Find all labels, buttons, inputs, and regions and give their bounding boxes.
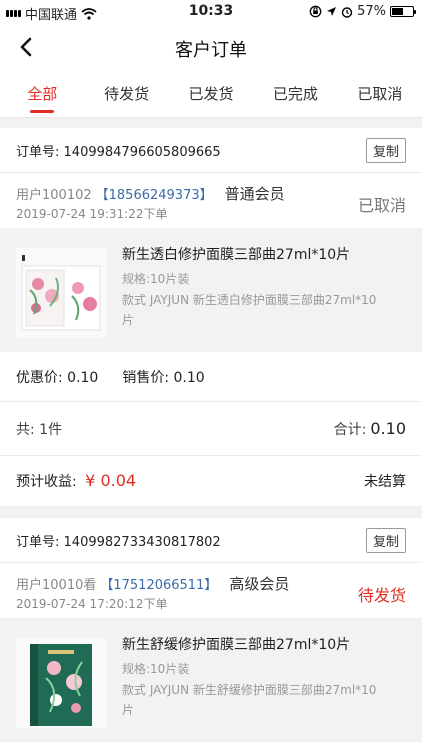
order-number: 1409984796605809665 [63, 144, 221, 160]
discount-price: 优惠价: 0.10 [16, 369, 99, 386]
order-card[interactable]: 订单号: 1409984796605809665 复制 用户100102 【18… [0, 128, 422, 506]
copy-button[interactable]: 复制 [365, 137, 406, 163]
total-label: 合计: [333, 421, 367, 438]
status-bar: 中国联通 10:33 57% [0, 0, 422, 24]
tab-to-ship[interactable]: 待发货 [84, 70, 168, 117]
nav-bar: 客户订单 [0, 24, 422, 70]
order-date: 2019-07-24 17:20:12下单 [16, 597, 168, 611]
green-mask-box-image [16, 638, 106, 728]
order-number: 1409982733430817802 [63, 534, 221, 550]
order-tabs: 全部 待发货 已发货 已完成 已取消 [0, 70, 422, 118]
order-number-row: 订单号: 1409984796605809665 [16, 141, 221, 160]
order-total: 合计: 0.10 [334, 419, 406, 439]
item-count: 共: 1件 [16, 421, 63, 438]
income-amount: ¥ 0.04 [85, 471, 137, 490]
product-item[interactable]: 新生透白修护面膜三部曲27ml*10片 规格:10片装 款式 JAYJUN 新生… [0, 228, 422, 352]
total-amount: 0.10 [370, 418, 406, 438]
order-card[interactable]: 订单号: 1409982733430817802 复制 用户10010看 【17… [0, 518, 422, 750]
product-title: 新生舒缓修护面膜三部曲27ml*10片 [122, 637, 351, 653]
order-number-label: 订单号: [16, 534, 60, 550]
user-phone[interactable]: 【18566249373】 [96, 184, 213, 203]
estimated-income: 预计收益: ¥ 0.04 [16, 471, 136, 491]
battery-percent: 57% [357, 4, 386, 19]
copy-button[interactable]: 复制 [365, 527, 406, 553]
sale-price: 销售价: 0.10 [122, 369, 205, 386]
page-title: 客户订单 [175, 40, 247, 61]
tab-all[interactable]: 全部 [0, 70, 84, 117]
alarm-icon [341, 6, 353, 18]
order-status: 已取消 [357, 196, 406, 215]
settle-status: 未结算 [364, 474, 406, 490]
user-name: 用户100102 [16, 188, 92, 203]
white-mask-box-image [16, 248, 106, 338]
member-level: 普通会员 [224, 185, 285, 203]
tab-cancelled[interactable]: 已取消 [338, 70, 422, 117]
user-name: 用户10010看 [16, 578, 97, 593]
product-item[interactable]: 新生舒缓修护面膜三部曲27ml*10片 规格:10片装 款式 JAYJUN 新生… [0, 618, 422, 742]
tab-shipped[interactable]: 已发货 [169, 70, 253, 117]
lock-rotation-icon [309, 5, 322, 18]
order-status: 待发货 [357, 586, 406, 605]
member-level: 高级会员 [229, 575, 290, 593]
product-spec: 规格:10片装 [122, 662, 190, 676]
product-spec: 规格:10片装 [122, 272, 190, 286]
product-style: 款式 JAYJUN 新生舒缓修护面膜三部曲27ml*10片 [122, 683, 377, 717]
tab-completed[interactable]: 已完成 [253, 70, 337, 117]
order-number-row: 订单号: 1409982733430817802 [16, 531, 221, 550]
user-phone[interactable]: 【17512066511】 [100, 574, 217, 593]
battery-icon [390, 6, 416, 17]
order-number-label: 订单号: [16, 144, 60, 160]
order-date: 2019-07-24 19:31:22下单 [16, 207, 168, 221]
product-style: 款式 JAYJUN 新生透白修护面膜三部曲27ml*10片 [122, 293, 377, 327]
income-label: 预计收益: [16, 474, 77, 490]
location-icon [327, 7, 337, 16]
product-title: 新生透白修护面膜三部曲27ml*10片 [122, 247, 351, 263]
